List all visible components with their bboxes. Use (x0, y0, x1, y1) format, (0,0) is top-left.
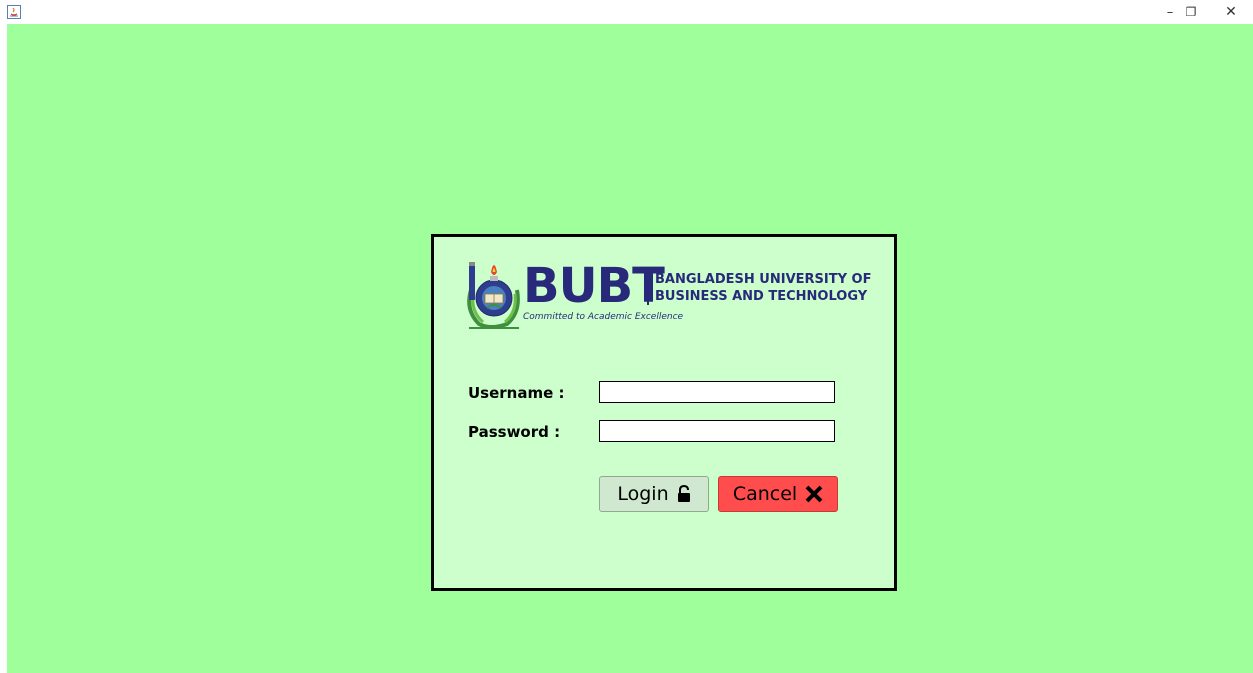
username-label: Username : (468, 384, 565, 402)
unlock-icon (677, 485, 691, 503)
logo-tagline: Committed to Academic Excellence (523, 312, 684, 322)
username-field[interactable] (599, 381, 835, 403)
logo-name-line2: BUSINESS AND TECHNOLOGY (655, 289, 868, 304)
password-label: Password : (468, 423, 561, 441)
university-seal-icon (467, 262, 520, 329)
title-bar: – ❐ ✕ (0, 0, 1253, 24)
java-icon[interactable] (7, 4, 21, 19)
login-button[interactable]: Login (599, 476, 709, 512)
x-icon (805, 485, 823, 503)
logo-divider (647, 271, 649, 305)
restore-icon: ❐ (1185, 5, 1197, 19)
logo-acronym: BUBT (523, 258, 665, 314)
bubt-logo: BUBT BANGLADESH UNIVERSITY OF BUSINESS A… (461, 250, 871, 332)
login-panel: BUBT BANGLADESH UNIVERSITY OF BUSINESS A… (431, 234, 897, 591)
logo-name-line1: BANGLADESH UNIVERSITY OF (655, 272, 872, 287)
close-button[interactable]: ✕ (1208, 0, 1253, 24)
cancel-button-label: Cancel (732, 483, 798, 505)
login-window-body: BUBT BANGLADESH UNIVERSITY OF BUSINESS A… (7, 24, 1253, 673)
cancel-button[interactable]: Cancel (718, 476, 838, 512)
password-field[interactable] (599, 420, 835, 442)
close-icon: ✕ (1225, 4, 1237, 20)
login-button-label: Login (617, 483, 669, 505)
